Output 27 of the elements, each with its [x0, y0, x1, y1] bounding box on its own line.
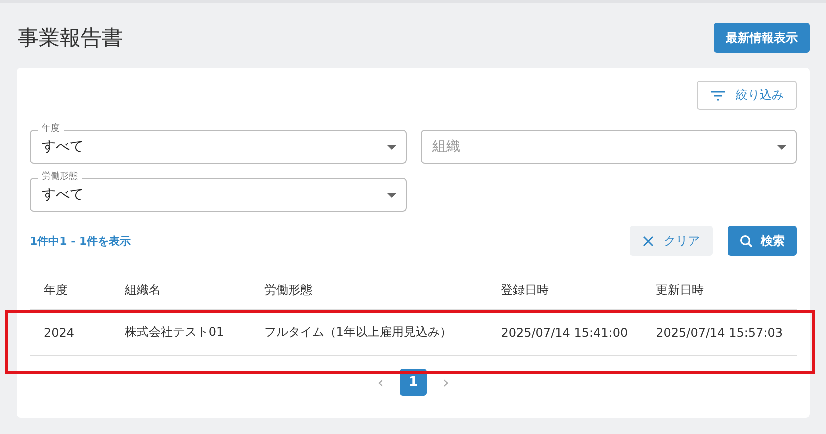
clear-button[interactable]: クリア — [630, 226, 713, 256]
previous-page-button[interactable]: ‹ — [374, 373, 388, 392]
search-button[interactable]: 検索 — [728, 226, 797, 256]
select-field[interactable]: 労働形態 すべて — [30, 171, 406, 212]
column-header: 登録日時 — [487, 282, 642, 310]
caret-icon — [386, 145, 396, 150]
close-icon — [643, 236, 654, 246]
caret-icon — [777, 145, 787, 150]
table-cell: フルタイム（1年以上雇用見込み） — [250, 310, 488, 356]
table-cell: 2025/07/14 15:41:00 — [487, 310, 642, 356]
column-header: 労働形態 — [250, 282, 488, 310]
filter-button[interactable]: 絞り込み — [697, 81, 797, 110]
select-field[interactable]: 組織 — [420, 123, 797, 164]
result-count: 1件中1 - 1件を表示 — [30, 234, 132, 248]
select-field[interactable]: 年度 すべて — [30, 123, 406, 164]
column-header: 更新日時 — [642, 282, 797, 310]
page-title: 事業報告書 — [18, 25, 123, 52]
search-icon — [740, 234, 753, 248]
caret-icon — [386, 193, 396, 198]
next-page-button[interactable]: › — [439, 373, 454, 392]
column-header: 年度 — [30, 282, 111, 310]
table-cell: 2024 — [30, 310, 111, 356]
latest-info-button[interactable]: 最新情報表示 — [714, 23, 810, 53]
table-cell: 2025/07/14 15:57:03 — [642, 310, 797, 356]
column-header: 組織名 — [110, 282, 250, 310]
table-cell: 株式会社テスト01 — [110, 310, 250, 356]
filter-icon — [710, 90, 726, 102]
